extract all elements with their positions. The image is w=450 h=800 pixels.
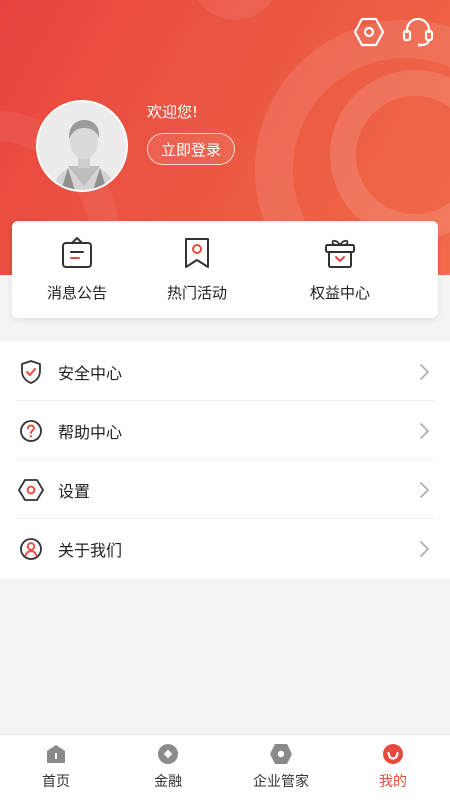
shield-check-icon bbox=[18, 359, 44, 385]
menu-item-help-center[interactable]: 帮助中心 bbox=[0, 401, 450, 460]
chevron-right-icon bbox=[420, 422, 429, 439]
tab-label: 企业管家 bbox=[253, 774, 309, 790]
settings-hexagon-icon bbox=[18, 477, 44, 503]
ribbon-badge-icon bbox=[179, 235, 215, 271]
smile-circle-icon bbox=[381, 742, 405, 766]
enterprise-hexagon-icon bbox=[269, 742, 293, 766]
tab-label: 我的 bbox=[379, 774, 407, 790]
welcome-text: 欢迎您! bbox=[147, 103, 199, 121]
customer-service-icon[interactable] bbox=[400, 14, 436, 50]
menu-item-label: 安全中心 bbox=[58, 363, 123, 383]
quick-links-card: 消息公告 热门活动 权益中心 bbox=[12, 221, 438, 318]
settings-icon[interactable] bbox=[351, 14, 387, 50]
quick-link-label: 热门活动 bbox=[166, 284, 227, 302]
menu-item-label: 设置 bbox=[58, 481, 91, 501]
chevron-right-icon bbox=[420, 481, 429, 498]
menu-item-label: 帮助中心 bbox=[58, 422, 123, 442]
quick-link-label: 消息公告 bbox=[46, 284, 107, 302]
chevron-right-icon bbox=[420, 540, 429, 557]
menu-item-security-center[interactable]: 安全中心 bbox=[0, 342, 450, 401]
tab-mine[interactable]: 我的 bbox=[337, 735, 449, 800]
announcement-board-icon bbox=[59, 235, 95, 271]
tab-home[interactable]: 首页 bbox=[0, 735, 112, 800]
quick-link-label: 权益中心 bbox=[309, 284, 370, 302]
tab-label: 首页 bbox=[42, 774, 70, 790]
person-circle-icon bbox=[18, 536, 44, 562]
tab-finance[interactable]: 金融 bbox=[112, 735, 224, 800]
bottom-tab-bar: 首页 金融 企业管家 我的 bbox=[0, 734, 450, 800]
menu-item-label: 关于我们 bbox=[58, 540, 123, 560]
tab-label: 金融 bbox=[154, 774, 182, 790]
question-circle-icon bbox=[18, 418, 44, 444]
chevron-right-icon bbox=[420, 363, 429, 380]
settings-menu: 安全中心 帮助中心 设置 关于我们 bbox=[0, 342, 450, 578]
quick-link-benefits[interactable]: 权益中心 bbox=[285, 221, 395, 318]
login-button[interactable]: 立即登录 bbox=[147, 133, 235, 165]
finance-diamond-icon bbox=[156, 742, 180, 766]
header-decoration bbox=[190, 0, 280, 20]
quick-link-announcements[interactable]: 消息公告 bbox=[22, 221, 132, 318]
gift-box-icon bbox=[322, 235, 358, 271]
tab-enterprise[interactable]: 企业管家 bbox=[225, 735, 337, 800]
menu-item-settings[interactable]: 设置 bbox=[0, 460, 450, 519]
menu-item-about-us[interactable]: 关于我们 bbox=[0, 519, 450, 578]
avatar[interactable] bbox=[36, 100, 128, 192]
quick-link-hot-events[interactable]: 热门活动 bbox=[142, 221, 252, 318]
home-icon bbox=[44, 742, 68, 766]
